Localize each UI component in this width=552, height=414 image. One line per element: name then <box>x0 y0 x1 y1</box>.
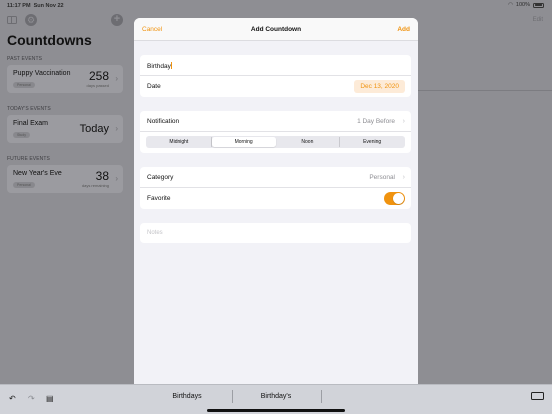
add-countdown-icon[interactable]: + <box>111 14 123 26</box>
category-row[interactable]: Category Personal › <box>140 167 411 188</box>
undo-icon[interactable]: ↶ <box>9 394 16 403</box>
chevron-right-icon: › <box>115 124 118 133</box>
category-value: Personal <box>369 174 395 181</box>
chevron-right-icon: › <box>115 174 118 183</box>
segment-noon[interactable]: Noon <box>276 137 341 147</box>
notes-field[interactable]: Notes <box>140 223 411 243</box>
name-field[interactable]: Birthday <box>147 62 172 70</box>
battery-percent: 100% <box>515 2 530 8</box>
keyboard-shortcut-bar: ↶ ↷ ▤ Birthdays Birthday's <box>0 384 552 414</box>
chevron-right-icon: › <box>402 173 405 181</box>
event-name: New Year's Eve <box>13 170 62 177</box>
event-card-final-exam[interactable]: Final Exam Study Today › <box>7 115 123 143</box>
category-favorite-group: Category Personal › Favorite <box>140 167 411 209</box>
date-label: Date <box>147 83 161 90</box>
segment-morning[interactable]: Morning <box>211 137 276 147</box>
event-card-new-years-eve[interactable]: New Year's Eve Personal 38 days remainin… <box>7 165 123 193</box>
sidebar: ⚙ + Countdowns PAST EVENTS Puppy Vaccina… <box>0 0 130 384</box>
event-count-label: days remaining <box>81 183 109 188</box>
date-row: Date Dec 13, 2020 <box>140 76 411 97</box>
notes-placeholder: Notes <box>147 230 163 236</box>
event-count-label: days passed <box>86 83 109 88</box>
favorite-label: Favorite <box>147 195 171 202</box>
suggestion-1[interactable]: Birthdays <box>142 393 232 400</box>
divider <box>418 90 552 91</box>
event-tag: Personal <box>13 82 35 88</box>
favorite-row: Favorite <box>140 188 411 209</box>
edit-button[interactable]: Edit <box>533 17 543 23</box>
name-row[interactable]: Birthday <box>140 55 411 76</box>
sheet-title: Add Countdown <box>250 26 302 33</box>
event-name: Final Exam <box>13 120 49 127</box>
notification-label: Notification <box>147 118 180 125</box>
paste-icon[interactable]: ▤ <box>46 394 54 403</box>
status-right: ◠ 100% <box>508 2 544 8</box>
status-time: 11:17 PM Sun Nov 22 <box>7 3 64 9</box>
event-count: Today <box>79 123 109 135</box>
status-bar: 11:17 PM Sun Nov 22 ◠ 100% <box>0 0 552 12</box>
sidebar-title: Countdowns <box>7 32 92 48</box>
suggestion-2[interactable]: Birthday's <box>231 393 321 400</box>
sidebar-toolbar: ⚙ + <box>7 14 123 26</box>
event-name: Puppy Vaccination <box>13 70 71 77</box>
add-button[interactable]: Add <box>397 26 410 33</box>
name-date-group: Birthday Date Dec 13, 2020 <box>140 55 411 97</box>
notification-value: 1 Day Before <box>357 118 395 125</box>
event-count: 38 <box>95 169 109 183</box>
chevron-right-icon: › <box>115 74 118 83</box>
event-card-puppy-vaccination[interactable]: Puppy Vaccination Personal 258 days pass… <box>7 65 123 93</box>
wifi-icon: ◠ <box>508 2 513 8</box>
event-tag: Study <box>13 132 30 138</box>
section-header-past: PAST EVENTS <box>7 56 43 62</box>
gear-icon[interactable]: ⚙ <box>25 14 37 26</box>
category-label: Category <box>147 174 174 181</box>
redo-icon[interactable]: ↷ <box>28 394 35 403</box>
add-countdown-sheet: Cancel Add Countdown Add Birthday Date D… <box>134 18 418 390</box>
section-header-today: TODAY'S EVENTS <box>7 106 51 112</box>
home-indicator <box>207 409 345 412</box>
notification-row[interactable]: Notification 1 Day Before › <box>140 111 411 132</box>
notification-group: Notification 1 Day Before › Midnight Mor… <box>140 111 411 153</box>
sidebar-toggle-icon[interactable] <box>7 16 17 24</box>
sheet-nav-bar: Cancel Add Countdown Add <box>134 18 418 41</box>
chevron-right-icon: › <box>402 117 405 125</box>
favorite-toggle[interactable] <box>384 192 405 205</box>
suggestion-divider <box>321 390 322 403</box>
section-header-future: FUTURE EVENTS <box>7 156 50 162</box>
text-cursor <box>170 62 172 69</box>
event-count: 258 <box>88 69 109 83</box>
battery-icon <box>533 2 544 8</box>
segment-midnight[interactable]: Midnight <box>147 137 212 147</box>
date-picker-button[interactable]: Dec 13, 2020 <box>354 80 405 93</box>
notification-time-segmented-control: Midnight Morning Noon Evening <box>146 136 405 148</box>
keyboard-icon[interactable] <box>531 392 544 400</box>
notification-time-row: Midnight Morning Noon Evening <box>140 132 411 153</box>
segment-evening[interactable]: Evening <box>340 137 404 147</box>
event-tag: Personal <box>13 182 35 188</box>
